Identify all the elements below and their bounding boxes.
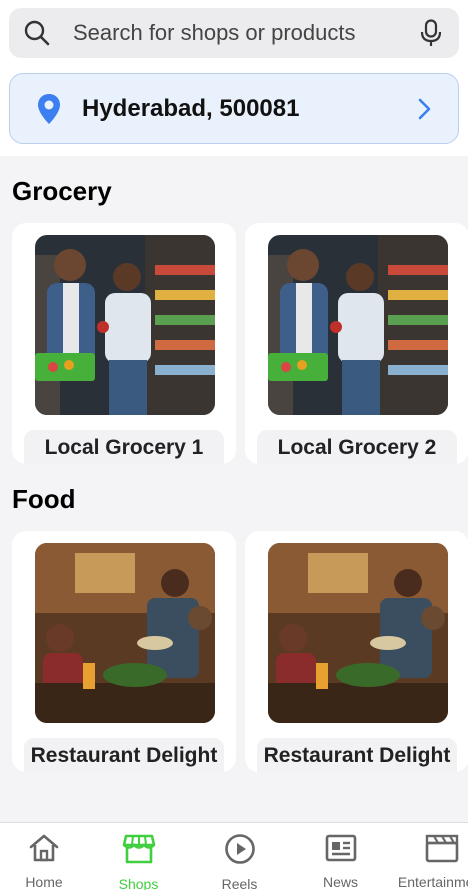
grocery-photo — [35, 235, 215, 415]
search-icon — [23, 19, 51, 47]
shop-name: Restaurant Delight — [257, 738, 457, 772]
card-row: Local Grocery 1 Local Grocery 2 — [0, 223, 468, 464]
nav-item-reels[interactable]: Reels — [189, 823, 290, 890]
location-selector[interactable]: Hyderabad, 500081 — [9, 73, 459, 144]
section-food: Food Restaurant Delight Restaurant Delig… — [0, 484, 468, 772]
shop-card[interactable]: Restaurant Delight — [12, 531, 236, 772]
home-icon — [28, 833, 60, 868]
section-grocery: Grocery Local Grocery 1 Local Grocery 2 — [0, 176, 468, 464]
search-input[interactable] — [73, 20, 417, 46]
shop-name: Local Grocery 2 — [257, 430, 457, 464]
clapperboard-icon — [425, 833, 459, 868]
shop-name: Restaurant Delight — [24, 738, 224, 772]
location-text: Hyderabad, 500081 — [82, 94, 300, 122]
location-pin-icon — [36, 92, 62, 126]
nav-item-news[interactable]: News — [290, 823, 391, 890]
nav-item-entertainment[interactable]: Entertainment — [391, 823, 468, 890]
shop-card[interactable]: Local Grocery 1 — [12, 223, 236, 464]
shop-card[interactable]: Restaurant Delight — [245, 531, 468, 772]
nav-item-shops[interactable]: Shops — [88, 823, 189, 890]
nav-label: News — [322, 874, 358, 890]
nav-label: Reels — [221, 876, 258, 890]
nav-label: Home — [25, 874, 63, 890]
shop-card[interactable]: Local Grocery 2 — [245, 223, 468, 464]
shop-name: Local Grocery 1 — [24, 430, 224, 464]
store-icon — [122, 833, 156, 870]
nav-label: Shops — [118, 876, 159, 890]
newspaper-icon — [325, 833, 357, 868]
grocery-photo — [268, 235, 448, 415]
card-row: Restaurant Delight Restaurant Delight — [0, 531, 468, 772]
section-title: Food — [12, 484, 76, 514]
bottom-nav: Home Shops Reels News Entertainment — [0, 822, 468, 890]
header: Hyderabad, 500081 — [0, 0, 468, 156]
microphone-icon[interactable] — [417, 19, 445, 47]
chevron-right-icon[interactable] — [414, 97, 434, 121]
nav-label: Entertainment — [397, 874, 468, 890]
nav-item-home[interactable]: Home — [0, 823, 88, 890]
play-icon — [224, 833, 256, 870]
section-title: Grocery — [12, 176, 112, 206]
restaurant-photo — [35, 543, 215, 723]
search-bar[interactable] — [9, 8, 459, 58]
restaurant-photo — [268, 543, 448, 723]
